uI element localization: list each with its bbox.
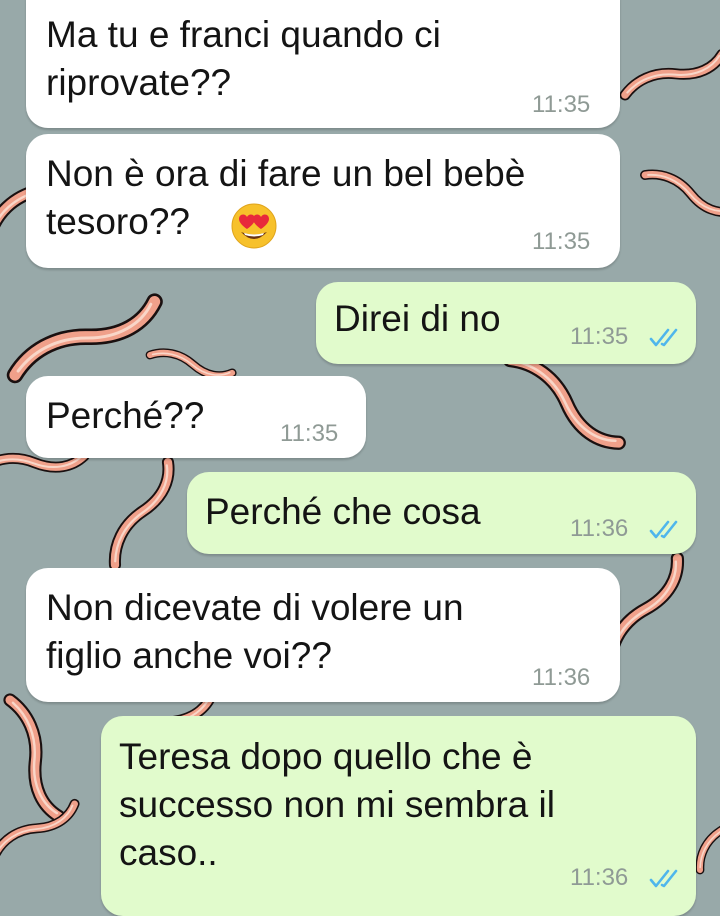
message-text: Non dicevate di volere un figlio anche v… (46, 587, 464, 676)
incoming-message-bubble[interactable]: Non è ora di fare un bel bebè tesoro?? 1… (26, 134, 620, 268)
message-timestamp: 11:36 (532, 664, 591, 691)
incoming-message-bubble[interactable]: Non dicevate di volere un figlio anche v… (26, 568, 620, 702)
outgoing-message-bubble[interactable]: Teresa dopo quello che è successo non mi… (101, 716, 696, 916)
message-timestamp: 11:35 (570, 323, 629, 350)
double-check-read-icon (649, 869, 678, 888)
incoming-message-bubble[interactable]: Perché?? 11:35 (26, 376, 366, 458)
message-text: Perché che cosa (205, 491, 481, 532)
message-timestamp: 11:36 (570, 515, 629, 542)
outgoing-message-bubble[interactable]: Perché che cosa 11:36 (187, 472, 696, 554)
message-text: Non è ora di fare un bel bebè tesoro?? (46, 153, 526, 242)
double-check-read-icon (649, 328, 678, 347)
message-timestamp: 11:35 (532, 228, 591, 255)
message-text: Perché?? (46, 395, 205, 436)
double-check-read-icon (649, 520, 678, 539)
message-text: Direi di no (334, 298, 501, 339)
message-timestamp: 11:35 (532, 91, 591, 118)
message-timestamp: 11:35 (280, 420, 339, 447)
message-timestamp: 11:36 (570, 864, 629, 891)
heart-eyes-emoji-icon (231, 203, 277, 249)
outgoing-message-bubble[interactable]: Direi di no 11:35 (316, 282, 696, 364)
message-text: Teresa dopo quello che è successo non mi… (119, 736, 555, 873)
message-text: Ma tu e franci quando ci riprovate?? (46, 14, 441, 103)
incoming-message-bubble[interactable]: Ma tu e franci quando ci riprovate?? 11:… (26, 0, 620, 128)
